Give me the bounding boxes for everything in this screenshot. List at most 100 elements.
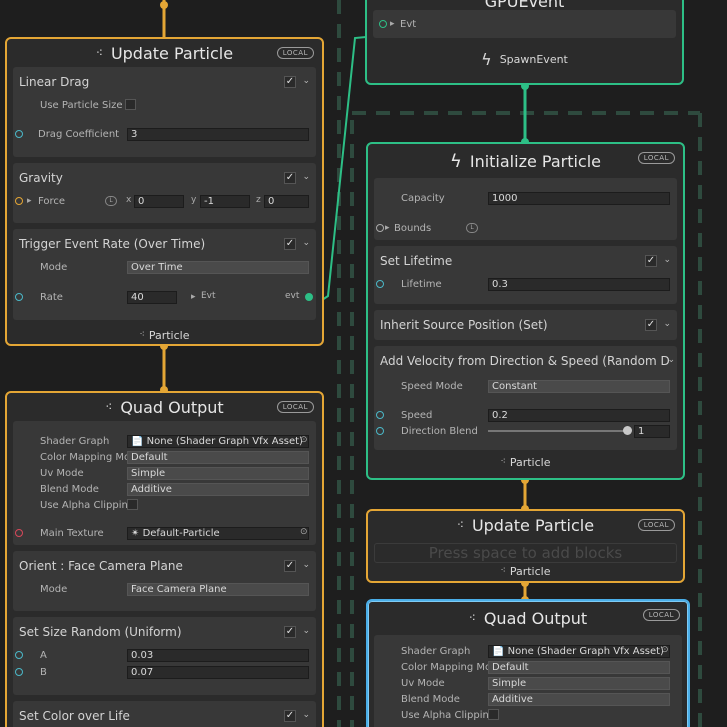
trigger-event-rate-block[interactable]: Trigger Event Rate (Over Time) ✓ ⌄ Mode … [13, 229, 316, 320]
input-port[interactable] [15, 197, 23, 205]
object-picker-icon[interactable]: ⊙ [300, 527, 308, 537]
input-port[interactable] [15, 293, 23, 301]
context-header: ⁖ Quad Output LOCAL [368, 601, 688, 635]
input-port[interactable] [376, 411, 384, 419]
expand-arrow-icon[interactable]: ▸ [191, 292, 196, 302]
block-enabled-checkbox[interactable]: ✓ [645, 319, 657, 331]
local-space-badge[interactable]: LOCAL [637, 152, 675, 164]
chevron-down-icon[interactable]: ⌄ [663, 255, 671, 265]
block-enabled-checkbox[interactable]: ✓ [284, 560, 296, 572]
block-header[interactable]: Set Color over Life ✓ ⌄ [13, 701, 316, 727]
input-port[interactable] [15, 668, 23, 676]
local-space-badge[interactable]: LOCAL [276, 401, 314, 413]
chevron-down-icon[interactable]: ⌄ [667, 355, 675, 365]
quad-output-context-selected[interactable]: ⁖ Quad Output LOCAL Shader Graph 📄 None … [366, 599, 690, 727]
gravity-block[interactable]: Gravity ✓ ⌄ ▸ Force L x 0 y -1 z 0 [13, 163, 316, 223]
lifetime-field[interactable]: 0.3 [488, 278, 670, 291]
input-port[interactable] [15, 130, 23, 138]
event-input-port[interactable] [379, 20, 387, 28]
use-alpha-clipping-checkbox[interactable] [488, 709, 499, 720]
space-icon[interactable]: L [466, 223, 478, 233]
vfx-graph-canvas[interactable]: ⁖ Update Particle LOCAL Linear Drag ✓ ⌄ … [0, 0, 727, 727]
size-a-field[interactable]: 0.03 [127, 649, 309, 662]
input-port[interactable] [15, 529, 23, 537]
local-space-badge[interactable]: LOCAL [642, 609, 680, 621]
object-picker-icon[interactable]: ⊙ [661, 645, 669, 655]
block-enabled-checkbox[interactable]: ✓ [284, 710, 296, 722]
block-enabled-checkbox[interactable]: ✓ [284, 238, 296, 250]
expand-arrow-icon[interactable]: ▸ [390, 19, 395, 29]
capacity-field[interactable]: 1000 [488, 192, 670, 205]
input-port[interactable] [376, 427, 384, 435]
blend-mode-dropdown[interactable]: Additive [127, 483, 309, 496]
use-particle-size-checkbox[interactable] [125, 99, 136, 110]
space-icon[interactable]: L [105, 196, 117, 206]
direction-blend-slider[interactable] [488, 430, 628, 432]
add-velocity-block[interactable]: Add Velocity from Direction & Speed (Ran… [374, 346, 677, 450]
orient-block[interactable]: Orient : Face Camera Plane ✓ ⌄ Mode Face… [13, 551, 316, 611]
force-y-field[interactable]: -1 [200, 195, 250, 208]
block-header[interactable]: Set Lifetime ✓ ⌄ [374, 246, 677, 276]
uv-mode-dropdown[interactable]: Simple [488, 677, 670, 690]
update-particle-context-empty[interactable]: ⁖ Update Particle LOCAL Press space to a… [366, 509, 685, 583]
chevron-down-icon[interactable]: ⌄ [302, 626, 310, 636]
local-space-badge[interactable]: LOCAL [637, 519, 675, 531]
size-b-field[interactable]: 0.07 [127, 666, 309, 679]
use-alpha-clipping-checkbox[interactable] [127, 499, 138, 510]
chevron-down-icon[interactable]: ⌄ [302, 560, 310, 570]
shader-graph-field[interactable]: 📄 None (Shader Graph Vfx Asset) [127, 435, 309, 448]
block-enabled-checkbox[interactable]: ✓ [645, 255, 657, 267]
initialize-particle-context[interactable]: ϟ Initialize Particle LOCAL Capacity 100… [366, 142, 685, 480]
chevron-down-icon[interactable]: ⌄ [302, 172, 310, 182]
bounds-label: Bounds [394, 222, 432, 234]
expand-arrow-icon[interactable]: ▸ [385, 223, 390, 233]
color-mapping-dropdown[interactable]: Default [127, 451, 309, 464]
color-mapping-dropdown[interactable]: Default [488, 661, 670, 674]
quad-output-context[interactable]: ⁖ Quad Output LOCAL Shader Graph 📄 None … [5, 391, 324, 727]
orient-mode-dropdown[interactable]: Face Camera Plane [127, 583, 309, 596]
use-alpha-clipping-label: Use Alpha Clippin [40, 499, 128, 511]
speed-field[interactable]: 0.2 [488, 409, 670, 422]
uv-mode-dropdown[interactable]: Simple [127, 467, 309, 480]
event-output-port[interactable] [305, 293, 313, 301]
set-color-over-life-block[interactable]: Set Color over Life ✓ ⌄ [13, 701, 316, 727]
input-port[interactable] [376, 224, 384, 232]
block-enabled-checkbox[interactable]: ✓ [284, 626, 296, 638]
chevron-down-icon[interactable]: ⌄ [302, 76, 310, 86]
speed-mode-dropdown[interactable]: Constant [488, 380, 670, 393]
chevron-down-icon[interactable]: ⌄ [663, 319, 671, 329]
block-enabled-checkbox[interactable]: ✓ [284, 76, 296, 88]
gpu-event-context[interactable]: GPUEvent ▸ Evt ϟ SpawnEvent [365, 0, 684, 85]
block-header[interactable]: Linear Drag ✓ ⌄ [13, 67, 316, 97]
mode-dropdown[interactable]: Over Time [127, 261, 309, 274]
block-header[interactable]: Trigger Event Rate (Over Time) ✓ ⌄ [13, 229, 316, 259]
block-enabled-checkbox[interactable]: ✓ [284, 172, 296, 184]
chevron-down-icon[interactable]: ⌄ [302, 238, 310, 248]
main-texture-field[interactable]: ✴ Default-Particle [127, 527, 309, 540]
direction-blend-slider-handle[interactable] [623, 426, 632, 435]
block-header[interactable]: Set Size Random (Uniform) ✓ ⌄ [13, 617, 316, 647]
shader-graph-field[interactable]: 📄 None (Shader Graph Vfx Asset) [488, 645, 670, 658]
block-header[interactable]: Add Velocity from Direction & Speed (Ran… [374, 346, 677, 376]
input-port[interactable] [376, 280, 384, 288]
force-z-field[interactable]: 0 [264, 195, 309, 208]
linear-drag-block[interactable]: Linear Drag ✓ ⌄ Use Particle Size Drag C… [13, 67, 316, 157]
drag-coefficient-field[interactable]: 3 [127, 128, 309, 141]
update-particle-context[interactable]: ⁖ Update Particle LOCAL Linear Drag ✓ ⌄ … [5, 37, 324, 346]
input-port[interactable] [15, 651, 23, 659]
add-blocks-placeholder[interactable]: Press space to add blocks [374, 543, 677, 563]
local-space-badge[interactable]: LOCAL [276, 47, 314, 59]
block-header[interactable]: Orient : Face Camera Plane ✓ ⌄ [13, 551, 316, 581]
rate-field[interactable]: 40 [127, 291, 177, 304]
expand-arrow-icon[interactable]: ▸ [27, 196, 32, 206]
chevron-down-icon[interactable]: ⌄ [302, 710, 310, 720]
set-size-random-block[interactable]: Set Size Random (Uniform) ✓ ⌄ A 0.03 B 0… [13, 617, 316, 695]
force-x-field[interactable]: 0 [134, 195, 184, 208]
inherit-source-position-block[interactable]: Inherit Source Position (Set) ✓ ⌄ [374, 310, 677, 340]
block-header[interactable]: Inherit Source Position (Set) ✓ ⌄ [374, 310, 677, 340]
block-header[interactable]: Gravity ✓ ⌄ [13, 163, 316, 193]
set-lifetime-block[interactable]: Set Lifetime ✓ ⌄ Lifetime 0.3 [374, 246, 677, 304]
object-picker-icon[interactable]: ⊙ [300, 435, 308, 445]
blend-mode-dropdown[interactable]: Additive [488, 693, 670, 706]
direction-blend-field[interactable]: 1 [634, 425, 670, 438]
